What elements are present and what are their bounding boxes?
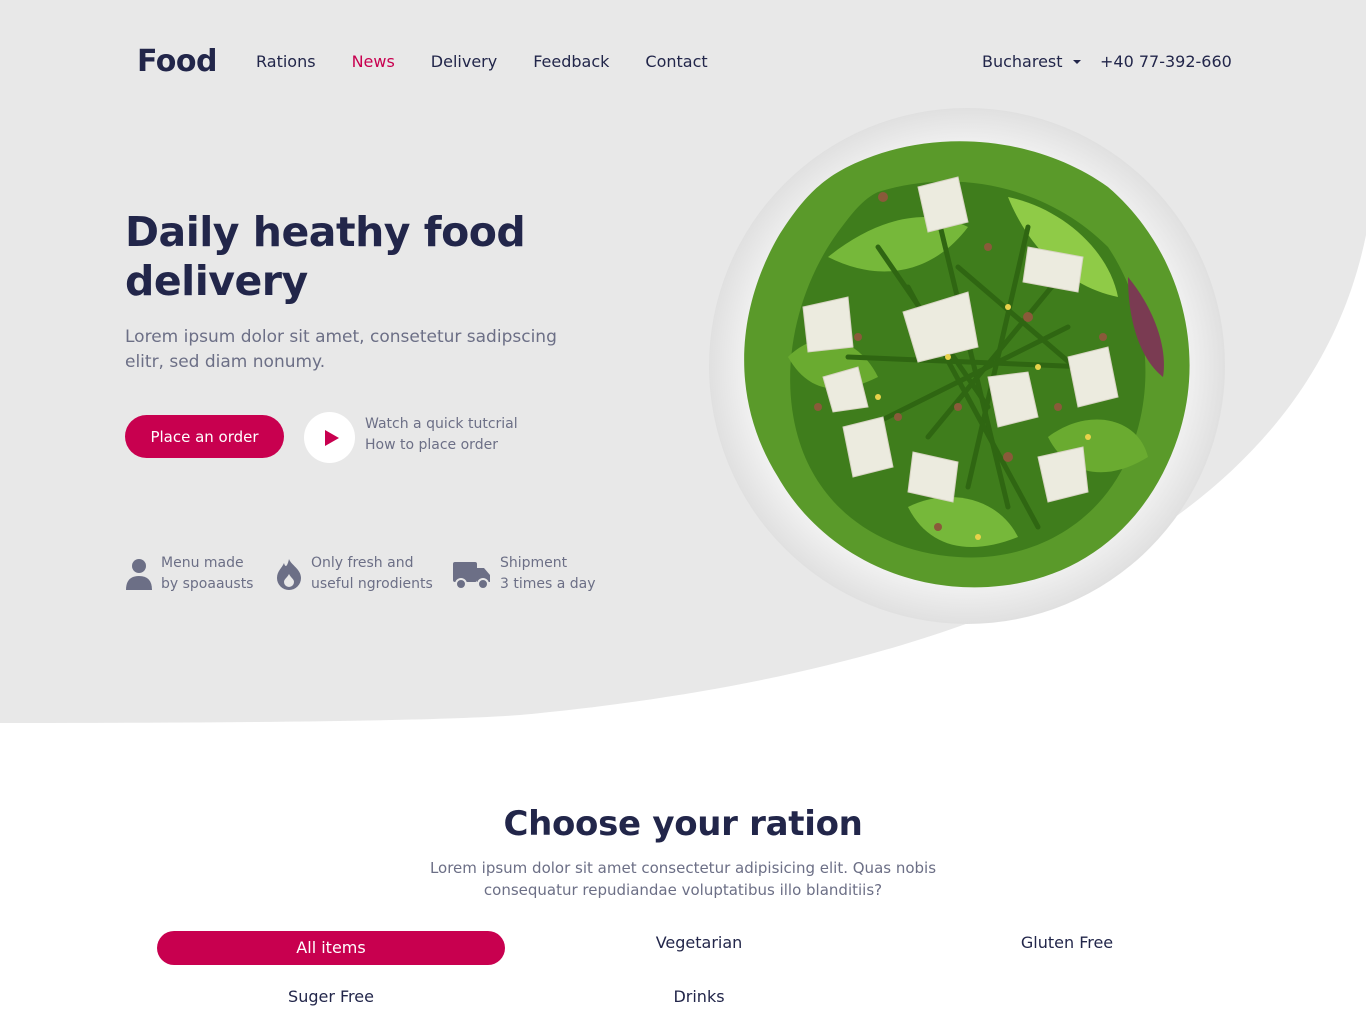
- truck-icon: [452, 557, 492, 591]
- nav-item-rations[interactable]: Rations: [256, 52, 316, 71]
- tab-vegetarian[interactable]: Vegetarian: [599, 933, 799, 953]
- feature-menu-line-2: by spoaausts: [161, 576, 254, 592]
- tab-gluten-free[interactable]: Gluten Free: [967, 933, 1167, 953]
- phone-number[interactable]: +40 77-392-660: [1100, 52, 1232, 71]
- fire-icon: [275, 557, 303, 591]
- hero-subtitle: Lorem ipsum dolor sit amet, consetetur s…: [125, 327, 557, 372]
- tab-drinks[interactable]: Drinks: [599, 987, 799, 1007]
- play-video-button[interactable]: [304, 412, 355, 463]
- feature-shipment-line-2: 3 times a day: [500, 576, 596, 592]
- logo[interactable]: Food: [137, 44, 217, 79]
- play-icon: [324, 429, 339, 446]
- tab-sugar-free[interactable]: Suger Free: [231, 987, 431, 1007]
- caret-down-icon: [1072, 59, 1081, 64]
- rations-title: Choose your ration: [503, 804, 863, 844]
- city-dropdown[interactable]: Bucharest: [982, 52, 1081, 71]
- hero-title: Daily heathy food delivery: [125, 208, 526, 305]
- rations-subtitle: Lorem ipsum dolor sit amet consectetur a…: [429, 859, 937, 899]
- nav-item-delivery[interactable]: Delivery: [431, 52, 497, 71]
- feature-menu: Menu made by spoaausts: [125, 553, 253, 595]
- feature-shipment: Shipment 3 times a day: [452, 553, 596, 595]
- feature-fresh-line-1: Only fresh and: [311, 555, 414, 571]
- feature-shipment-line-1: Shipment: [500, 555, 568, 571]
- tutorial-line-2: How to place order: [365, 437, 498, 453]
- nav-item-news[interactable]: News: [352, 52, 395, 71]
- city-label: Bucharest: [982, 52, 1063, 71]
- feature-fresh-line-2: useful ngrodients: [311, 576, 433, 592]
- place-order-button[interactable]: Place an order: [125, 415, 284, 458]
- nav-item-feedback[interactable]: Feedback: [533, 52, 609, 71]
- feature-menu-line-1: Menu made: [161, 555, 244, 571]
- tutorial-caption: Watch a quick tutcrial How to place orde…: [365, 414, 518, 456]
- user-icon: [125, 557, 153, 591]
- salad-plate-image: [709, 108, 1225, 624]
- feature-fresh: Only fresh and useful ngrodients: [275, 553, 433, 595]
- nav-item-contact[interactable]: Contact: [645, 52, 707, 71]
- tutorial-line-1: Watch a quick tutcrial: [365, 416, 518, 432]
- tab-all-items[interactable]: All items: [157, 931, 505, 965]
- main-nav: Rations News Delivery Feedback Contact: [256, 52, 708, 71]
